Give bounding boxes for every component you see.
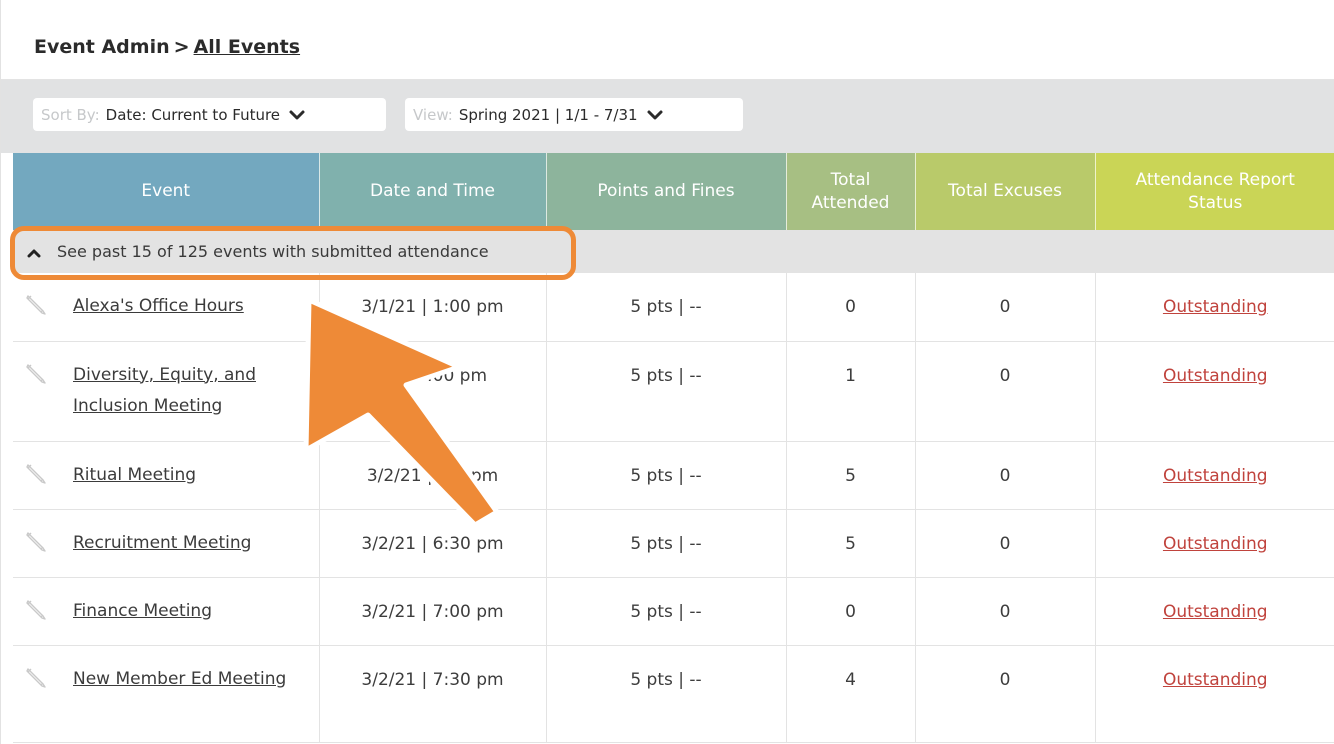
event-total-attended: 0 [786,577,916,646]
event-name-cell: New Member Ed Meeting [13,645,320,743]
pencil-icon[interactable] [25,531,47,553]
events-table: Event Date and Time Points and Fines Tot… [13,153,1334,743]
event-datetime: 3/2/21 | 6:30 pm [319,509,547,578]
event-points: 5 pts | -- [546,645,787,743]
view-label: View: [413,105,453,124]
sort-by-label: Sort By: [41,105,100,124]
event-name-cell: Finance Meeting [13,577,320,646]
event-datetime: 3/2/21 | 7:30 pm [319,645,547,743]
event-total-attended: 5 [786,441,916,510]
pencil-icon[interactable] [25,294,47,316]
pencil-icon[interactable] [25,667,47,689]
event-datetime: 3/1/21 | 1:00 pm [319,273,547,342]
event-total-attended: 1 [786,341,916,442]
event-points: 5 pts | -- [546,341,787,442]
filter-toolbar: Sort By: Date: Current to Future View: S… [1,80,1334,153]
total-attended-header-text: Total Attended [811,169,890,213]
table-row: Finance Meeting 3/2/21 | 7:00 pm 5 pts | -… [13,577,1334,646]
event-datetime: 3/2/21 | 7:00 pm [319,577,547,646]
event-name-wrap: Diversity, Equity, and Inclusion Meeting [25,363,319,422]
event-status-cell: Outstanding [1095,441,1334,510]
breadcrumb-separator: > [173,36,190,58]
status-outstanding-link[interactable]: Outstanding [1163,466,1268,486]
event-name-link[interactable]: Ritual Meeting [73,460,196,491]
sort-by-value: Date: Current to Future [105,105,281,124]
table-header-row: Event Date and Time Points and Fines Tot… [13,153,1334,230]
event-status-cell: Outstanding [1095,273,1334,342]
event-name-link[interactable]: Recruitment Meeting [73,528,251,559]
chevron-down-icon [647,110,663,119]
event-total-attended: 4 [786,645,916,743]
table-row: Diversity, Equity, and Inclusion Meeting… [13,341,1334,442]
event-points: 5 pts | -- [546,273,787,342]
breadcrumb-all-events-link[interactable]: All Events [194,36,301,58]
status-outstanding-link[interactable]: Outstanding [1163,297,1268,317]
column-header-attendance-status[interactable]: Attendance Report Status [1095,153,1334,230]
event-status-cell: Outstanding [1095,341,1334,442]
chevron-up-icon [27,249,41,257]
event-name-wrap: New Member Ed Meeting [25,667,319,695]
event-status-cell: Outstanding [1095,577,1334,646]
column-header-event[interactable]: Event [13,153,320,230]
breadcrumb: Event Admin > All Events [34,36,300,58]
chevron-down-icon [289,110,305,119]
event-datetime: 21 | 6:00 pm [319,341,547,442]
column-header-total-attended[interactable]: Total Attended [786,153,916,230]
column-header-points-fines[interactable]: Points and Fines [546,153,787,230]
table-row: Recruitment Meeting 3/2/21 | 6:30 pm 5 pts… [13,509,1334,578]
event-name-cell: Alexa's Office Hours [13,273,320,342]
event-status-cell: Outstanding [1095,509,1334,578]
event-name-link[interactable]: Finance Meeting [73,596,212,627]
event-name-link[interactable]: New Member Ed Meeting [73,664,286,695]
past-events-toggle[interactable]: See past 15 of 125 events with submitted… [13,230,1334,273]
column-header-total-excuses[interactable]: Total Excuses [915,153,1096,230]
event-total-excuses: 0 [915,273,1096,342]
status-outstanding-link[interactable]: Outstanding [1163,602,1268,622]
event-name-wrap: Recruitment Meeting [25,531,319,559]
event-total-excuses: 0 [915,509,1096,578]
event-points: 5 pts | -- [546,577,787,646]
status-outstanding-link[interactable]: Outstanding [1163,534,1268,554]
status-outstanding-link[interactable]: Outstanding [1163,670,1268,690]
attendance-status-header-text: Attendance Report Status [1135,169,1295,213]
event-name-cell: Recruitment Meeting [13,509,320,578]
column-header-date-time[interactable]: Date and Time [319,153,547,230]
table-row: Alexa's Office Hours 3/1/21 | 1:00 pm 5 pt… [13,273,1334,342]
event-name-wrap: Finance Meeting [25,599,319,627]
event-points: 5 pts | -- [546,441,787,510]
event-name-cell: Ritual Meeting [13,441,320,510]
event-total-excuses: 0 [915,341,1096,442]
table-row: Ritual Meeting 3/2/21 | :00 pm 5 pts | -- 5… [13,441,1334,510]
event-datetime: 3/2/21 | :00 pm [319,441,547,510]
pencil-icon[interactable] [25,363,47,385]
event-name-wrap: Alexa's Office Hours [25,294,319,322]
view-value: Spring 2021 | 1/1 - 7/31 [458,105,638,124]
event-name-link[interactable]: Diversity, Equity, and Inclusion Meeting [73,360,319,422]
past-events-toggle-row[interactable]: See past 15 of 125 events with submitted… [13,230,1334,273]
status-outstanding-link[interactable]: Outstanding [1163,366,1268,386]
event-admin-panel: Event Admin > All Events Sort By: Date: Cu… [0,0,1334,744]
sort-by-select[interactable]: Sort By: Date: Current to Future [33,98,386,131]
view-select[interactable]: View: Spring 2021 | 1/1 - 7/31 [405,98,743,131]
table-row: New Member Ed Meeting 3/2/21 | 7:30 pm 5 p… [13,645,1334,743]
pencil-icon[interactable] [25,463,47,485]
event-name-wrap: Ritual Meeting [25,463,319,491]
past-events-toggle-text: See past 15 of 125 events with submitted… [57,242,489,261]
event-total-excuses: 0 [915,441,1096,510]
breadcrumb-parent: Event Admin [34,36,170,58]
event-points: 5 pts | -- [546,509,787,578]
event-status-cell: Outstanding [1095,645,1334,743]
event-total-attended: 5 [786,509,916,578]
pencil-icon[interactable] [25,599,47,621]
event-total-excuses: 0 [915,645,1096,743]
event-total-excuses: 0 [915,577,1096,646]
event-name-link[interactable]: Alexa's Office Hours [73,291,244,322]
page-header: Event Admin > All Events [1,6,1334,80]
event-total-attended: 0 [786,273,916,342]
event-name-cell: Diversity, Equity, and Inclusion Meeting [13,341,320,442]
